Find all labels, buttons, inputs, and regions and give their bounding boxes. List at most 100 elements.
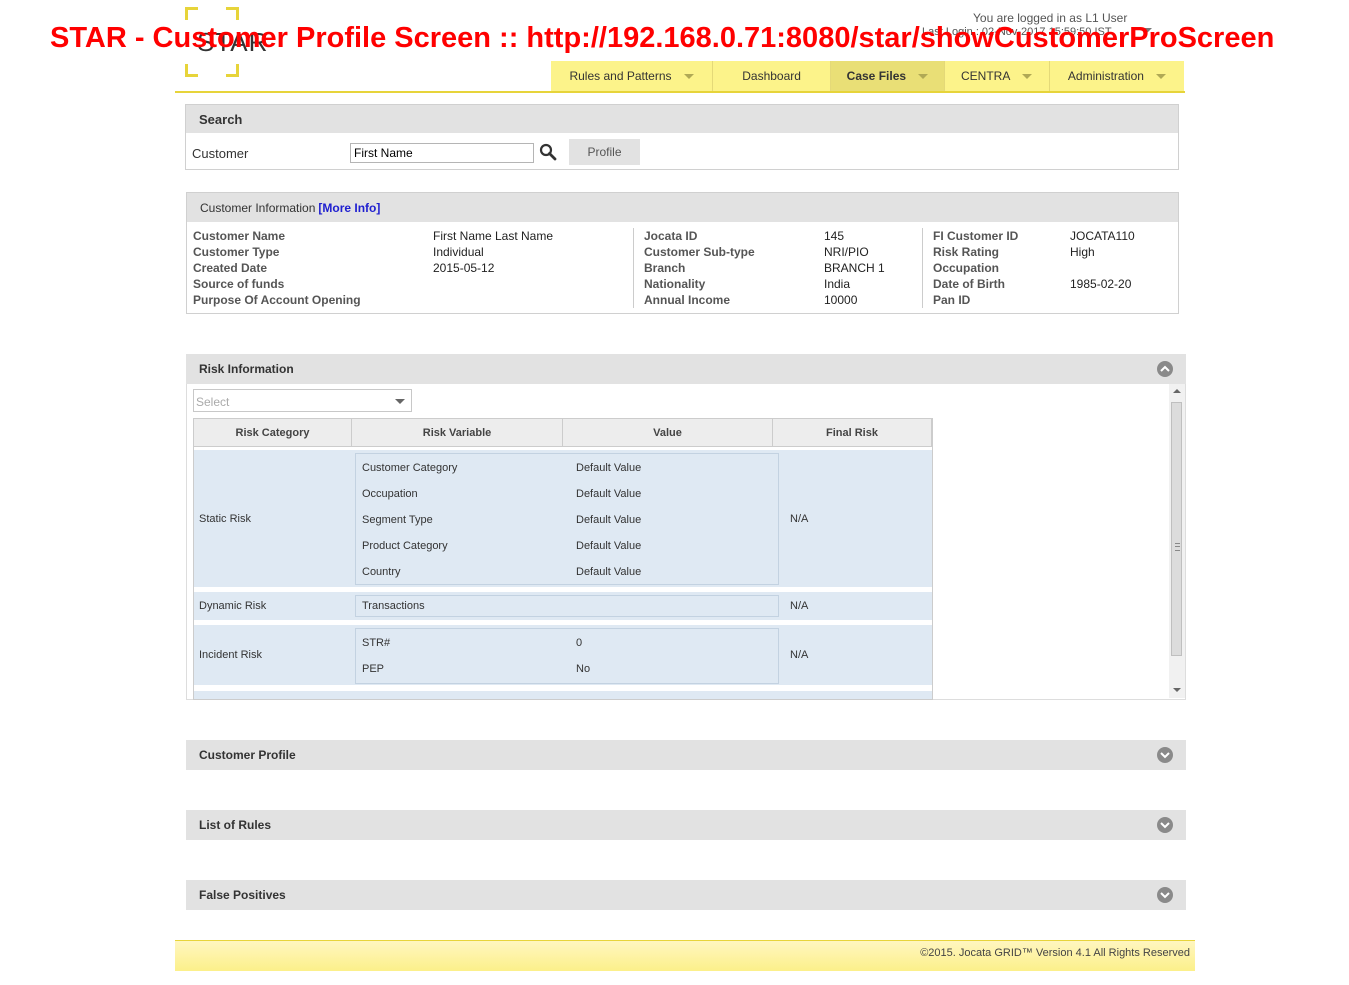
customer-name-label: Customer Name	[193, 229, 286, 243]
nav-tab-dashboard[interactable]: Dashboard	[713, 61, 832, 91]
date-of-birth-label: Date of Birth	[933, 277, 1005, 291]
chevron-down-icon	[683, 73, 694, 79]
purpose-of-account-label: Purpose Of Account Opening	[193, 293, 361, 307]
customer-label: Customer	[192, 146, 249, 161]
risk-variable-cell: Product Category	[362, 540, 448, 552]
risk-rating-value: High	[1070, 245, 1095, 259]
risk-table-header: Risk Category Risk Variable Value Final …	[194, 419, 932, 447]
nav-tab-rules-and-patterns[interactable]: Rules and Patterns	[551, 61, 713, 91]
chevron-down-icon	[918, 73, 929, 79]
customer-type-value: Individual	[433, 245, 484, 259]
risk-value-cell: Default Value	[576, 566, 642, 578]
customer-search-input[interactable]	[350, 143, 534, 163]
chevron-down-icon[interactable]	[1157, 887, 1173, 903]
table-row-partial	[194, 691, 932, 699]
customer-type-label: Customer Type	[193, 245, 280, 259]
customer-subtype-value: NRI/PIO	[824, 245, 869, 259]
nav-tab-centra[interactable]: CENTRA	[945, 61, 1050, 91]
nav-tab-administration[interactable]: Administration	[1050, 61, 1184, 91]
created-date-label: Created Date	[193, 261, 268, 275]
false-positives-header[interactable]: False Positives	[186, 880, 1186, 910]
fi-customer-id-value: JOCATA110	[1070, 229, 1135, 243]
occupation-label: Occupation	[933, 261, 1000, 275]
profile-button[interactable]: Profile	[569, 139, 640, 165]
nationality-label: Nationality	[644, 277, 706, 291]
scroll-down-icon[interactable]	[1173, 688, 1181, 692]
chevron-down-icon[interactable]	[1157, 817, 1173, 833]
final-risk-cell: N/A	[790, 513, 809, 525]
customer-name-value: First Name Last Name	[433, 229, 554, 243]
col-risk-variable[interactable]: Risk Variable	[352, 419, 563, 446]
scroll-thumb[interactable]	[1171, 402, 1182, 656]
risk-scrollbar[interactable]	[1169, 384, 1185, 698]
risk-variables-box: STR# 0 PEP No	[355, 628, 779, 684]
customer-info-header: Customer Information [More Info]	[187, 193, 1178, 222]
caret-down-icon	[395, 399, 405, 404]
risk-category-cell: Dynamic Risk	[199, 600, 267, 612]
col-risk-category[interactable]: Risk Category	[194, 419, 352, 446]
final-risk-cell: N/A	[790, 649, 809, 661]
list-of-rules-title: List of Rules	[199, 818, 272, 832]
branch-value: BRANCH 1	[824, 261, 885, 275]
risk-variable-cell: PEP	[362, 663, 385, 675]
customer-subtype-label: Customer Sub-type	[644, 245, 755, 259]
customer-info-title: Customer Information	[200, 200, 316, 215]
risk-variable-cell: Segment Type	[362, 514, 433, 526]
fi-customer-id-label: FI Customer ID	[933, 229, 1019, 243]
risk-rating-label: Risk Rating	[933, 245, 1000, 259]
risk-info-title: Risk Information	[199, 362, 294, 376]
copyright-text: ©2015. Jocata GRID™ Version 4.1 All Righ…	[920, 947, 1190, 959]
risk-info-header[interactable]: Risk Information	[186, 354, 1186, 384]
chevron-down-icon	[1155, 73, 1166, 79]
risk-value-cell: No	[576, 663, 591, 675]
risk-variable-cell: Transactions	[362, 600, 425, 612]
risk-value-cell: Default Value	[576, 462, 642, 474]
search-icon[interactable]	[539, 143, 557, 161]
risk-variable-cell: STR#	[362, 637, 391, 649]
risk-value-cell: Default Value	[576, 514, 642, 526]
nav-underline	[175, 91, 1185, 93]
search-panel: Search Customer Profile	[185, 104, 1179, 170]
nav-tab-label: CENTRA	[961, 69, 1011, 83]
column-divider	[633, 228, 634, 308]
created-date-value: 2015-05-12	[433, 261, 495, 275]
pan-id-label: Pan ID	[933, 293, 971, 307]
customer-profile-title: Customer Profile	[199, 748, 296, 762]
risk-variables-box: Transactions	[355, 595, 779, 617]
footer: ©2015. Jocata GRID™ Version 4.1 All Righ…	[175, 940, 1195, 971]
chevron-down-icon[interactable]	[1157, 747, 1173, 763]
risk-category-cell: Incident Risk	[199, 649, 262, 661]
table-row-incident-risk[interactable]: Incident Risk STR# 0 PEP No N/A	[194, 625, 932, 685]
jocata-id-value: 145	[824, 229, 845, 243]
jocata-id-label: Jocata ID	[644, 229, 698, 243]
risk-table: Risk Category Risk Variable Value Final …	[193, 418, 933, 700]
risk-variable-cell: Customer Category	[362, 462, 458, 474]
nav-tab-case-files[interactable]: Case Files	[831, 61, 945, 91]
risk-filter-select[interactable]: Select	[193, 389, 412, 412]
risk-variable-cell: Country	[362, 566, 401, 578]
risk-value-cell: 0	[576, 637, 583, 649]
risk-category-cell: Static Risk	[199, 513, 251, 525]
more-info-link[interactable]: [More Info]	[318, 201, 380, 215]
annual-income-label: Annual Income	[644, 293, 731, 307]
false-positives-title: False Positives	[199, 888, 286, 902]
risk-info-body: Select Risk Category Risk Variable Value…	[186, 384, 1186, 700]
date-of-birth-value: 1985-02-20	[1070, 277, 1132, 291]
col-final-risk[interactable]: Final Risk	[773, 419, 932, 446]
list-of-rules-header[interactable]: List of Rules	[186, 810, 1186, 840]
nationality-value: India	[824, 277, 851, 291]
search-panel-title: Search	[186, 105, 1178, 133]
customer-profile-header[interactable]: Customer Profile	[186, 740, 1186, 770]
table-row-static-risk[interactable]: Static Risk Customer Category Default Va…	[194, 450, 932, 587]
table-row-dynamic-risk[interactable]: Dynamic Risk Transactions N/A	[194, 592, 932, 620]
nav-tab-label: Rules and Patterns	[569, 69, 672, 83]
final-risk-cell: N/A	[790, 600, 809, 612]
chevron-down-icon	[1022, 73, 1033, 79]
col-value[interactable]: Value	[563, 419, 773, 446]
screen-banner: STAR - Customer Profile Screen :: http:/…	[50, 22, 1275, 54]
chevron-up-icon[interactable]	[1157, 361, 1173, 377]
annual-income-value: 10000	[824, 293, 858, 307]
scroll-up-icon[interactable]	[1173, 389, 1181, 393]
risk-value-cell: Default Value	[576, 540, 642, 552]
column-divider	[922, 228, 923, 308]
